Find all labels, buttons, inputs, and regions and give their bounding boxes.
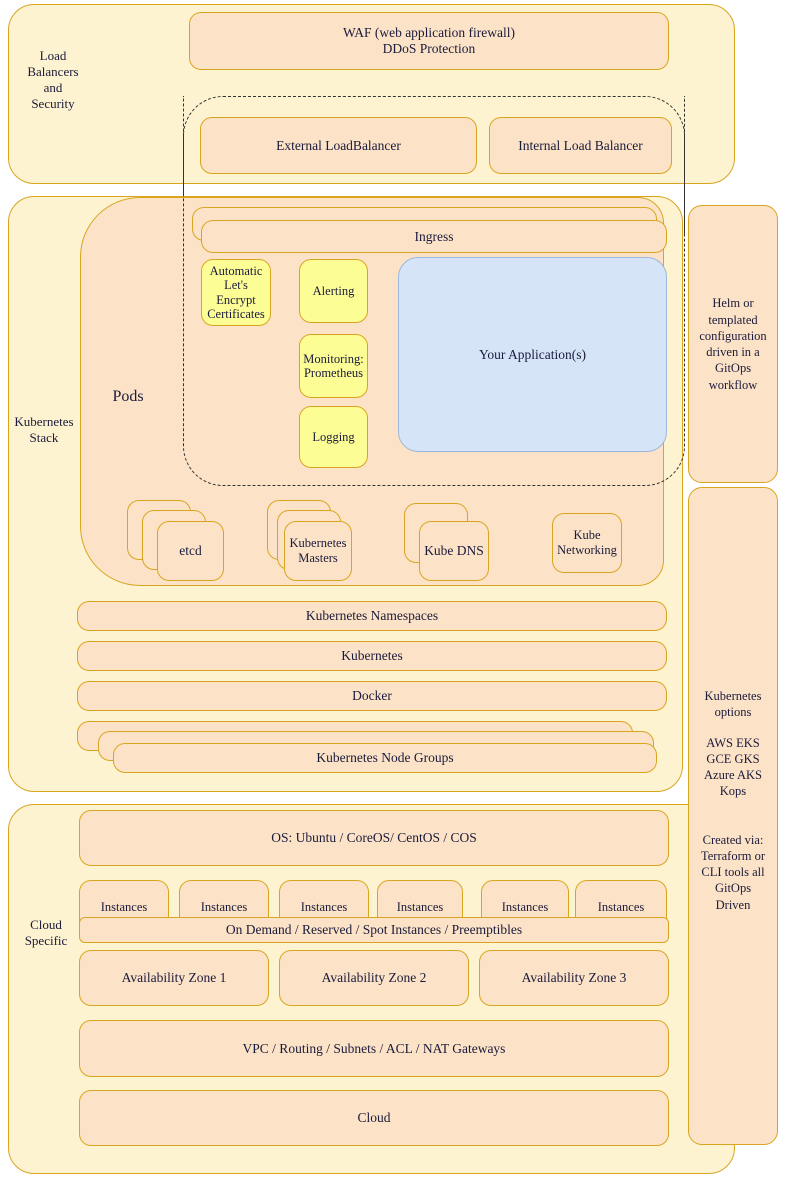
etcd-box: etcd xyxy=(157,521,224,581)
pod-service-logging: Logging xyxy=(299,406,368,468)
kubernetes-node-groups-bar: Kubernetes Node Groups xyxy=(113,743,657,773)
pods-label: Pods xyxy=(112,388,144,405)
availability-zone-1-box: Availability Zone 1 xyxy=(79,950,269,1006)
pod-service-lets-encrypt: Automatic Let's Encrypt Certificates xyxy=(201,259,271,326)
helm-gitops-panel: Helm or templated configuration driven i… xyxy=(688,205,778,483)
label-kubernetes-stack: Kubernetes Stack xyxy=(14,413,74,445)
kubernetes-options-title: Kubernetes options xyxy=(704,689,762,720)
waf-ddos-box: WAF (web application firewall) DDoS Prot… xyxy=(189,12,669,70)
pod-service-monitoring-prometheus: Monitoring: Prometheus xyxy=(299,334,368,398)
availability-zone-3-box: Availability Zone 3 xyxy=(479,950,669,1006)
your-application-box: Your Application(s) xyxy=(398,257,667,452)
kubernetes-bar: Kubernetes xyxy=(77,641,667,671)
label-load-balancers-and-security: Load Balancers and Security xyxy=(27,47,79,112)
os-bar: OS: Ubuntu / CoreOS/ CentOS / COS xyxy=(79,810,669,866)
kubernetes-options-list: AWS EKS GCE GKS Azure AKS Kops xyxy=(704,735,762,799)
created-via-text: Created via: Terraform or CLI tools all … xyxy=(700,832,766,912)
pod-service-alerting: Alerting xyxy=(299,259,368,323)
kubernetes-options-panel: Kubernetes options AWS EKS GCE GKS Azure… xyxy=(688,487,778,1145)
kubernetes-masters-box: Kubernetes Masters xyxy=(284,521,352,581)
helm-gitops-text: Helm or templated configuration driven i… xyxy=(699,296,767,392)
label-cloud-specific: Cloud Specific xyxy=(24,916,68,948)
kubernetes-namespaces-bar: Kubernetes Namespaces xyxy=(77,601,667,631)
network-bar: VPC / Routing / Subnets / ACL / NAT Gate… xyxy=(79,1020,669,1077)
architecture-diagram: Load Balancers and Security WAF (web app… xyxy=(0,0,809,1179)
kube-dns-box: Kube DNS xyxy=(419,521,489,581)
kube-networking-box: Kube Networking xyxy=(552,513,622,573)
cloud-bar: Cloud xyxy=(79,1090,669,1146)
availability-zone-2-box: Availability Zone 2 xyxy=(279,950,469,1006)
ingress-box: Ingress xyxy=(201,220,667,253)
instance-pricing-bar: On Demand / Reserved / Spot Instances / … xyxy=(79,917,669,943)
docker-bar: Docker xyxy=(77,681,667,711)
